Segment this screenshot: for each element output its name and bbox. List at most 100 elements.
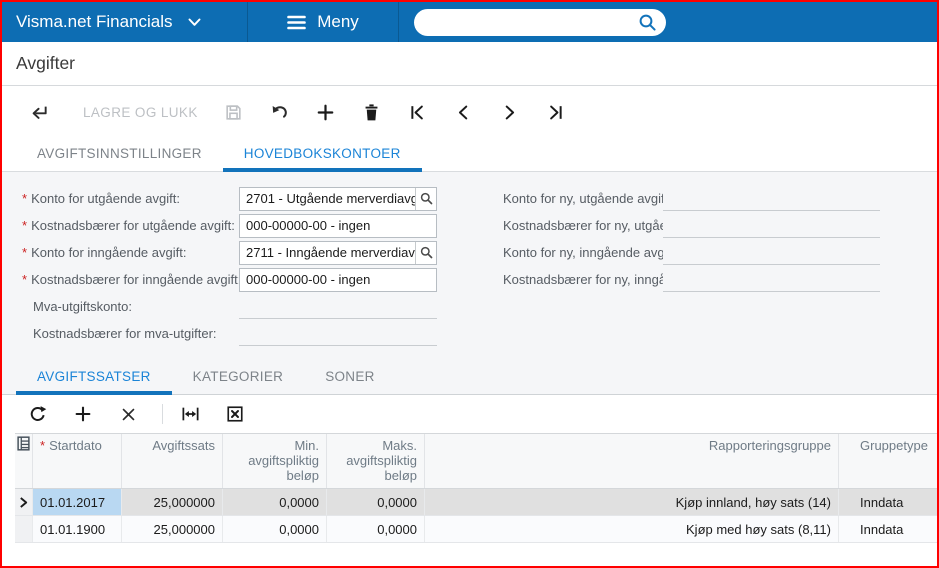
- add-row-icon[interactable]: [72, 403, 94, 425]
- top-bar: Visma.net Financials Meny: [2, 2, 937, 42]
- required-marker: *: [22, 218, 28, 233]
- field-label: Kostnadsbærer for ny, inngående a…: [503, 272, 663, 287]
- save-and-close-button[interactable]: LAGRE OG LUKK: [83, 105, 198, 120]
- add-record-icon[interactable]: [316, 103, 336, 123]
- field-label: Konto for utgående avgift:: [31, 191, 180, 206]
- column-header-maks-belop[interactable]: Maks. avgiftspliktig beløp: [327, 434, 425, 488]
- fit-width-icon[interactable]: [179, 403, 201, 425]
- table-row[interactable]: 01.01.2017 25,000000 0,0000 0,0000 Kjøp …: [15, 489, 937, 516]
- cell-min-belop[interactable]: 0,0000: [223, 489, 327, 515]
- cell-gruppetype[interactable]: Inndata: [839, 489, 937, 515]
- search-area: [399, 2, 666, 42]
- field-value: 000-00000-00 - ingen: [246, 218, 371, 233]
- search-box[interactable]: [414, 8, 666, 36]
- field-label: Kostnadsbærer for mva-utgifter:: [33, 326, 217, 341]
- field-label: Konto for inngående avgift:: [31, 245, 187, 260]
- column-header-min-belop[interactable]: Min. avgiftspliktig beløp: [223, 434, 327, 488]
- cell-startdato[interactable]: 01.01.1900: [33, 516, 122, 542]
- lookup-button[interactable]: [415, 187, 436, 210]
- field-label: Mva-utgiftskonto:: [33, 299, 132, 314]
- tab-avgiftsinnstillinger[interactable]: AVGIFTSINNSTILLINGER: [16, 139, 223, 172]
- main-tabs: AVGIFTSINNSTILLINGER HOVEDBOKSKONTOER: [2, 139, 937, 172]
- mva-utgiftskonto-input[interactable]: [239, 295, 437, 319]
- grid-header-row: * Startdato Avgiftssats Min. avgiftsplikt…: [15, 433, 937, 489]
- kostnadsbaerer-mva-input[interactable]: [239, 322, 437, 346]
- konto-utgaende-input[interactable]: 2701 - Utgående merverdiavgift: [239, 186, 437, 211]
- field-kostnadsbaerer-ny-utgaende: Kostnadsbærer for ny, utgående av…: [503, 212, 880, 239]
- kostnadsbaerer-inngaende-input[interactable]: 000-00000-00 - ingen: [239, 267, 437, 292]
- column-header-rapporteringsgruppe[interactable]: Rapporteringsgruppe: [425, 434, 839, 488]
- cell-rapporteringsgruppe[interactable]: Kjøp innland, høy sats (14): [425, 489, 839, 515]
- cell-gruppetype[interactable]: Inndata: [839, 516, 937, 542]
- next-record-icon[interactable]: [500, 103, 520, 123]
- field-value: 2711 - Inngående merverdiavgif: [246, 245, 415, 260]
- lookup-button[interactable]: [415, 241, 436, 264]
- required-marker: *: [22, 272, 28, 287]
- field-label: Kostnadsbærer for utgående avgift:: [31, 218, 235, 233]
- record-toolbar: LAGRE OG LUKK: [2, 86, 937, 139]
- column-header-startdato[interactable]: * Startdato: [33, 434, 122, 488]
- field-kostnadsbaerer-utgaende: * Kostnadsbærer for utgående avgift: 000-…: [22, 212, 459, 239]
- tab-hovedbokskontoer[interactable]: HOVEDBOKSKONTOER: [222, 139, 422, 172]
- tab-soner[interactable]: SONER: [304, 362, 396, 395]
- page-header: Avgifter: [2, 42, 937, 86]
- cell-min-belop[interactable]: 0,0000: [223, 516, 327, 542]
- gl-accounts-form: * Konto for utgående avgift: 2701 - Utgåe…: [2, 172, 937, 362]
- field-kostnadsbaerer-inngaende: * Kostnadsbærer for inngående avgift: 000…: [22, 266, 459, 293]
- tab-avgiftssatser[interactable]: AVGIFTSSATSER: [16, 362, 172, 395]
- save-icon[interactable]: [224, 103, 244, 123]
- cell-startdato[interactable]: 01.01.2017: [33, 489, 122, 515]
- field-label: Kostnadsbærer for inngående avgift:: [31, 272, 239, 287]
- form-right-column: Konto for ny, utgående avgift: Kostnadsb…: [503, 185, 937, 362]
- field-value: 000-00000-00 - ingen: [246, 272, 371, 287]
- cell-avgiftssats[interactable]: 25,000000: [122, 516, 223, 542]
- required-marker: *: [40, 438, 46, 453]
- field-konto-inngaende: * Konto for inngående avgift: 2711 - Inng…: [22, 239, 459, 266]
- field-konto-ny-inngaende: Konto for ny, inngående avgift:: [503, 239, 880, 266]
- table-row[interactable]: 01.01.1900 25,000000 0,0000 0,0000 Kjøp …: [15, 516, 937, 543]
- konto-ny-inngaende-input[interactable]: [663, 241, 880, 265]
- undo-icon[interactable]: [270, 103, 290, 123]
- menu-label: Meny: [317, 12, 359, 31]
- kostnadsbaerer-utgaende-input[interactable]: 000-00000-00 - ingen: [239, 213, 437, 238]
- back-arrow-icon[interactable]: [29, 103, 49, 123]
- current-row-indicator: [15, 489, 33, 515]
- row-settings-icon[interactable]: [15, 434, 33, 488]
- column-header-gruppetype[interactable]: Gruppetype: [839, 434, 937, 488]
- konto-inngaende-input[interactable]: 2711 - Inngående merverdiavgif: [239, 240, 437, 265]
- first-record-icon[interactable]: [408, 103, 428, 123]
- row-indicator-empty: [15, 516, 33, 542]
- cell-maks-belop[interactable]: 0,0000: [327, 489, 425, 515]
- previous-record-icon[interactable]: [454, 103, 474, 123]
- cell-rapporteringsgruppe[interactable]: Kjøp med høy sats (8,11): [425, 516, 839, 542]
- required-marker: *: [22, 245, 28, 260]
- field-value: 2701 - Utgående merverdiavgift: [246, 191, 415, 206]
- detail-tabs: AVGIFTSSATSER KATEGORIER SONER: [2, 362, 937, 395]
- field-label: Konto for ny, utgående avgift:: [503, 191, 663, 206]
- field-mva-utgiftskonto: Mva-utgiftskonto:: [22, 293, 459, 320]
- cell-avgiftssats[interactable]: 25,000000: [122, 489, 223, 515]
- hamburger-icon: [287, 15, 307, 30]
- app-switcher[interactable]: Visma.net Financials: [2, 2, 248, 42]
- toolbar-divider: [162, 404, 163, 424]
- refresh-icon[interactable]: [27, 403, 49, 425]
- export-excel-icon[interactable]: [224, 403, 246, 425]
- rates-grid: * Startdato Avgiftssats Min. avgiftsplikt…: [15, 433, 937, 543]
- required-marker: *: [22, 191, 28, 206]
- app-window: Visma.net Financials Meny Avgifter LAGRE…: [0, 0, 939, 568]
- menu-button[interactable]: Meny: [248, 2, 399, 42]
- kostnadsbaerer-ny-inngaende-input[interactable]: [663, 268, 880, 292]
- brand-title: Visma.net Financials: [16, 12, 173, 31]
- field-label: Kostnadsbærer for ny, utgående av…: [503, 218, 663, 233]
- delete-record-icon[interactable]: [362, 103, 382, 123]
- column-header-avgiftssats[interactable]: Avgiftssats: [122, 434, 223, 488]
- page-title: Avgifter: [16, 53, 76, 73]
- search-input[interactable]: [428, 14, 638, 30]
- search-icon[interactable]: [638, 13, 657, 32]
- cell-maks-belop[interactable]: 0,0000: [327, 516, 425, 542]
- kostnadsbaerer-ny-utgaende-input[interactable]: [663, 214, 880, 238]
- delete-row-icon[interactable]: [117, 403, 139, 425]
- konto-ny-utgaende-input[interactable]: [663, 187, 880, 211]
- tab-kategorier[interactable]: KATEGORIER: [172, 362, 305, 395]
- last-record-icon[interactable]: [546, 103, 566, 123]
